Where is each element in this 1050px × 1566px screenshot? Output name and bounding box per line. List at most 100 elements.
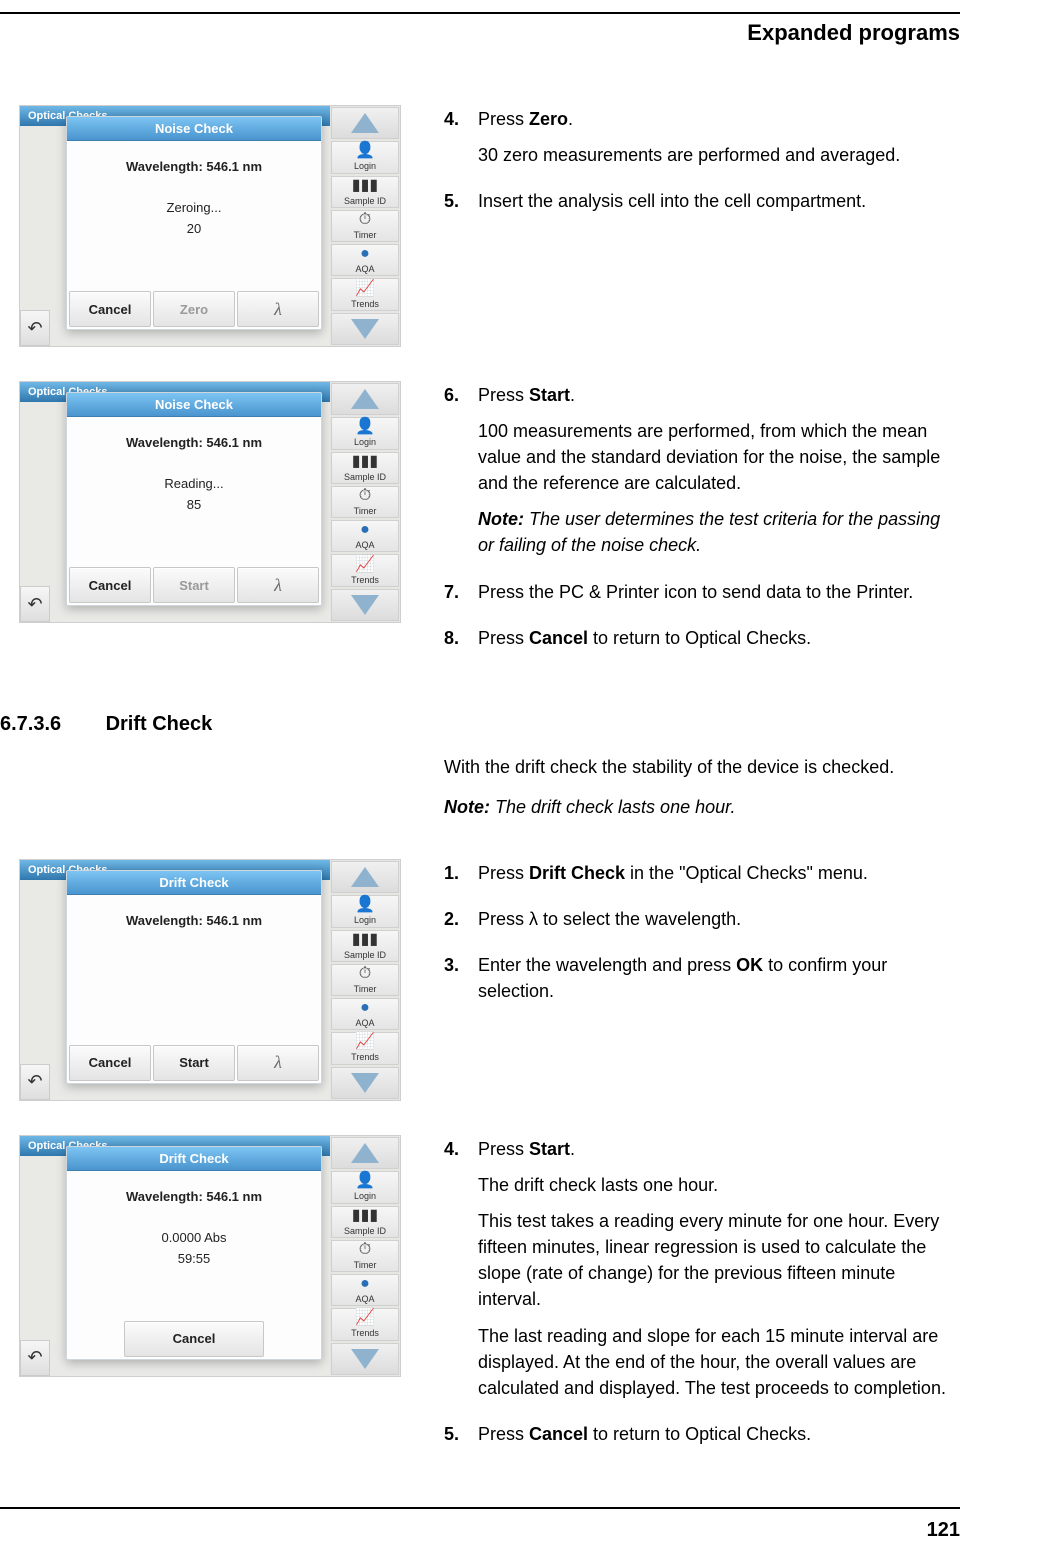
step-number: 3.	[444, 952, 478, 1014]
time-label: 59:55	[178, 1251, 211, 1266]
login-icon: 👤	[355, 419, 375, 435]
cancel-button[interactable]: Cancel	[69, 1045, 151, 1081]
count-label: 20	[187, 221, 201, 236]
scroll-up-button[interactable]	[331, 383, 399, 415]
dialog-title: Drift Check	[67, 871, 321, 895]
back-button[interactable]: ↶	[20, 1340, 50, 1376]
sample-id-button[interactable]: ▮▮▮Sample ID	[331, 1206, 399, 1238]
lambda-button[interactable]: λ	[237, 1045, 319, 1081]
start-button[interactable]: Start	[153, 567, 235, 603]
note-label: Note:	[444, 797, 490, 817]
step-text: Press	[478, 1424, 529, 1444]
login-button[interactable]: 👤Login	[331, 1171, 399, 1203]
step-text: Press	[478, 385, 529, 405]
sample-id-button[interactable]: ▮▮▮Sample ID	[331, 452, 399, 484]
aqa-button[interactable]: ●AQA	[331, 244, 399, 276]
cancel-button[interactable]: Cancel	[124, 1321, 264, 1357]
intro-text: With the drift check the stability of th…	[444, 754, 960, 780]
barcode-icon: ▮▮▮	[352, 454, 378, 470]
section-title: Drift Check	[106, 713, 213, 735]
step-text: Press	[478, 628, 529, 648]
aqa-button[interactable]: ●AQA	[331, 1274, 399, 1306]
sample-id-button[interactable]: ▮▮▮Sample ID	[331, 176, 399, 208]
device-sidebar: 👤Login ▮▮▮Sample ID ⏱Timer ●AQA 📈Trends	[330, 860, 400, 1100]
drift-check-dialog: Drift Check Wavelength: 546.1 nm 0.0000 …	[66, 1146, 322, 1360]
step-number: 1.	[444, 860, 478, 896]
step-3: 3. Enter the wavelength and press OK to …	[444, 952, 960, 1014]
scroll-up-button[interactable]	[331, 107, 399, 139]
scroll-down-button[interactable]	[331, 1067, 399, 1099]
note-text: The drift check lasts one hour.	[490, 797, 735, 817]
back-button[interactable]: ↶	[20, 310, 50, 346]
step-detail: The last reading and slope for each 15 m…	[478, 1323, 960, 1401]
trends-icon: 📈	[355, 557, 375, 573]
step-bold: Cancel	[529, 628, 588, 648]
timer-button[interactable]: ⏱Timer	[331, 486, 399, 518]
login-button[interactable]: 👤Login	[331, 141, 399, 173]
timer-icon: ⏱	[359, 1242, 371, 1258]
start-button[interactable]: Start	[153, 1045, 235, 1081]
back-button[interactable]: ↶	[20, 586, 50, 622]
aqa-icon: ●	[360, 522, 370, 538]
step-detail: 100 measurements are performed, from whi…	[478, 418, 960, 496]
lambda-button[interactable]: λ	[237, 291, 319, 327]
step-5b: 5. Press Cancel to return to Optical Che…	[444, 1421, 960, 1457]
lambda-icon: λ	[274, 1052, 282, 1073]
timer-button[interactable]: ⏱Timer	[331, 1240, 399, 1272]
dialog-title: Noise Check	[67, 117, 321, 141]
trends-button[interactable]: 📈Trends	[331, 554, 399, 586]
login-button[interactable]: 👤Login	[331, 417, 399, 449]
step-text: .	[570, 1139, 575, 1159]
step-text: to return to Optical Checks.	[588, 628, 811, 648]
step-bold: Cancel	[529, 1424, 588, 1444]
step-text: Press	[478, 109, 529, 129]
drift-check-dialog: Drift Check Wavelength: 546.1 nm Cancel …	[66, 870, 322, 1084]
step-text: in the "Optical Checks" menu.	[625, 863, 868, 883]
login-icon: 👤	[355, 143, 375, 159]
back-icon: ↶	[27, 594, 42, 615]
trends-button[interactable]: 📈Trends	[331, 278, 399, 310]
aqa-icon: ●	[360, 1276, 370, 1292]
aqa-button[interactable]: ●AQA	[331, 998, 399, 1030]
aqa-button[interactable]: ●AQA	[331, 520, 399, 552]
scroll-down-button[interactable]	[331, 313, 399, 345]
cancel-button[interactable]: Cancel	[69, 291, 151, 327]
back-button[interactable]: ↶	[20, 1064, 50, 1100]
page-footer: 121	[0, 1507, 960, 1542]
step-number: 4.	[444, 106, 478, 178]
lambda-button[interactable]: λ	[237, 567, 319, 603]
scroll-down-button[interactable]	[331, 589, 399, 621]
step-bold: Start	[529, 385, 570, 405]
step-text: Press the PC & Printer icon to send data…	[478, 579, 960, 605]
step-number: 5.	[444, 188, 478, 224]
scroll-up-button[interactable]	[331, 1137, 399, 1169]
trends-button[interactable]: 📈Trends	[331, 1032, 399, 1064]
timer-button[interactable]: ⏱Timer	[331, 210, 399, 242]
step-number: 6.	[444, 382, 478, 569]
screenshot-noise-reading: Optical Checks 👤Login ▮▮▮Sample ID ⏱Time…	[20, 382, 400, 622]
device-sidebar: 👤Login ▮▮▮Sample ID ⏱Timer ●AQA 📈Trends	[330, 106, 400, 346]
cancel-button[interactable]: Cancel	[69, 567, 151, 603]
trends-button[interactable]: 📈Trends	[331, 1308, 399, 1340]
login-button[interactable]: 👤Login	[331, 895, 399, 927]
step-5: 5. Insert the analysis cell into the cel…	[444, 188, 960, 224]
scroll-up-button[interactable]	[331, 861, 399, 893]
step-1: 1. Press Drift Check in the "Optical Che…	[444, 860, 960, 896]
note-label: Note:	[478, 509, 524, 529]
timer-icon: ⏱	[359, 488, 371, 504]
timer-icon: ⏱	[359, 212, 371, 228]
barcode-icon: ▮▮▮	[352, 1208, 378, 1224]
step-7: 7. Press the PC & Printer icon to send d…	[444, 579, 960, 615]
device-sidebar: 👤Login ▮▮▮Sample ID ⏱Timer ●AQA 📈Trends	[330, 1136, 400, 1376]
zero-button[interactable]: Zero	[153, 291, 235, 327]
step-detail: This test takes a reading every minute f…	[478, 1208, 960, 1312]
wavelength-label: Wavelength: 546.1 nm	[126, 1189, 262, 1204]
page-header: Expanded programs	[0, 20, 960, 46]
scroll-down-button[interactable]	[331, 1343, 399, 1375]
timer-icon: ⏱	[359, 966, 371, 982]
sample-id-button[interactable]: ▮▮▮Sample ID	[331, 930, 399, 962]
timer-button[interactable]: ⏱Timer	[331, 964, 399, 996]
wavelength-label: Wavelength: 546.1 nm	[126, 913, 262, 928]
step-text: .	[570, 385, 575, 405]
login-icon: 👤	[355, 897, 375, 913]
